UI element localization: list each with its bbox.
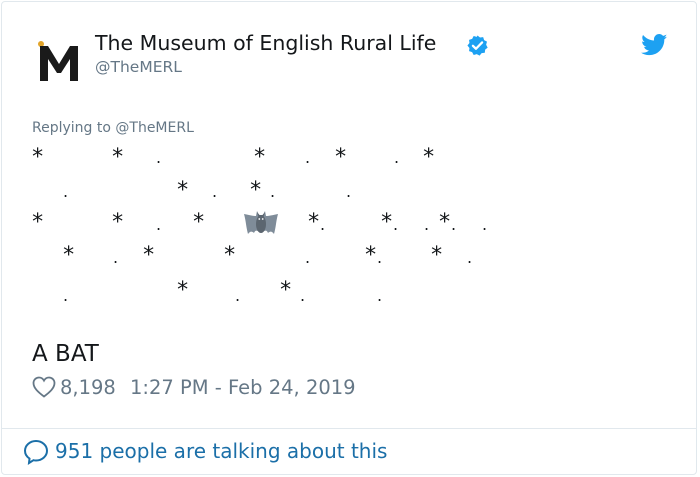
dot: .: [424, 215, 430, 234]
star: *: [422, 145, 436, 170]
twitter-bird-icon[interactable]: [641, 34, 668, 56]
bat-emoji-icon: [244, 211, 278, 234]
star: *: [334, 145, 348, 170]
dot: .: [393, 215, 399, 234]
dot: .: [377, 248, 383, 267]
star: *: [307, 210, 321, 235]
replying-to: Replying to @TheMERL: [32, 120, 194, 136]
dot: .: [300, 286, 306, 305]
like-count[interactable]: 8,198: [60, 376, 116, 399]
star: *: [364, 243, 378, 268]
star: *: [438, 210, 452, 235]
tweet-caption: A BAT: [32, 341, 99, 367]
merl-logo-avatar[interactable]: [36, 37, 82, 83]
star: *: [176, 278, 190, 303]
star: *: [380, 210, 394, 235]
dot: .: [346, 182, 352, 201]
dot: .: [212, 182, 218, 201]
star: *: [31, 145, 45, 170]
dot: .: [320, 215, 326, 234]
star: *: [31, 210, 45, 235]
dot: .: [451, 215, 457, 234]
dot: .: [394, 148, 400, 167]
tweet-timestamp[interactable]: 1:27 PM - Feb 24, 2019: [130, 376, 356, 399]
star: *: [111, 210, 125, 235]
reply-prefix: Replying to: [32, 120, 116, 136]
user-handle[interactable]: @TheMERL: [95, 58, 182, 76]
star: *: [430, 243, 444, 268]
speech-bubble-icon[interactable]: [23, 439, 49, 465]
star: *: [279, 278, 293, 303]
star: *: [192, 210, 206, 235]
star: *: [176, 178, 190, 203]
dot: .: [156, 148, 162, 167]
dot: .: [305, 248, 311, 267]
dot: .: [63, 286, 69, 305]
divider: [2, 428, 697, 429]
dot: .: [113, 248, 119, 267]
dot: .: [270, 182, 276, 201]
dot: .: [156, 215, 162, 234]
dot: .: [235, 286, 241, 305]
star: *: [249, 178, 263, 203]
star: *: [142, 243, 156, 268]
dot: .: [482, 215, 488, 234]
verified-badge-icon: [467, 35, 488, 56]
heart-icon[interactable]: [32, 376, 56, 398]
star: *: [62, 243, 76, 268]
star: *: [111, 145, 125, 170]
dot: .: [305, 148, 311, 167]
star: *: [253, 145, 267, 170]
conversation-link[interactable]: 951 people are talking about this: [55, 439, 387, 463]
dot: .: [467, 248, 473, 267]
reply-to-link[interactable]: @TheMERL: [115, 120, 194, 136]
dot: .: [377, 286, 383, 305]
display-name[interactable]: The Museum of English Rural Life: [95, 31, 436, 55]
star: *: [223, 243, 237, 268]
dot: .: [63, 182, 69, 201]
